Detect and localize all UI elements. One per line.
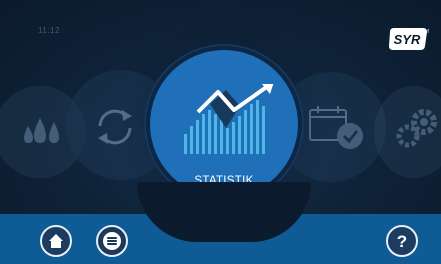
statistics-chart-icon	[184, 84, 274, 154]
home-button[interactable]	[40, 225, 72, 257]
gears-icon	[396, 109, 437, 148]
home-icon	[49, 234, 63, 248]
menu-icon	[103, 232, 121, 250]
menu-button[interactable]	[96, 225, 128, 257]
calendar-check-icon	[309, 106, 363, 149]
water-drops-icon	[24, 118, 59, 143]
help-button[interactable]: ?	[386, 225, 418, 257]
help-icon: ?	[396, 231, 408, 251]
refresh-icon	[98, 109, 132, 145]
home-screen: 11:12 SYR ® STATISTIK ?	[0, 0, 441, 264]
